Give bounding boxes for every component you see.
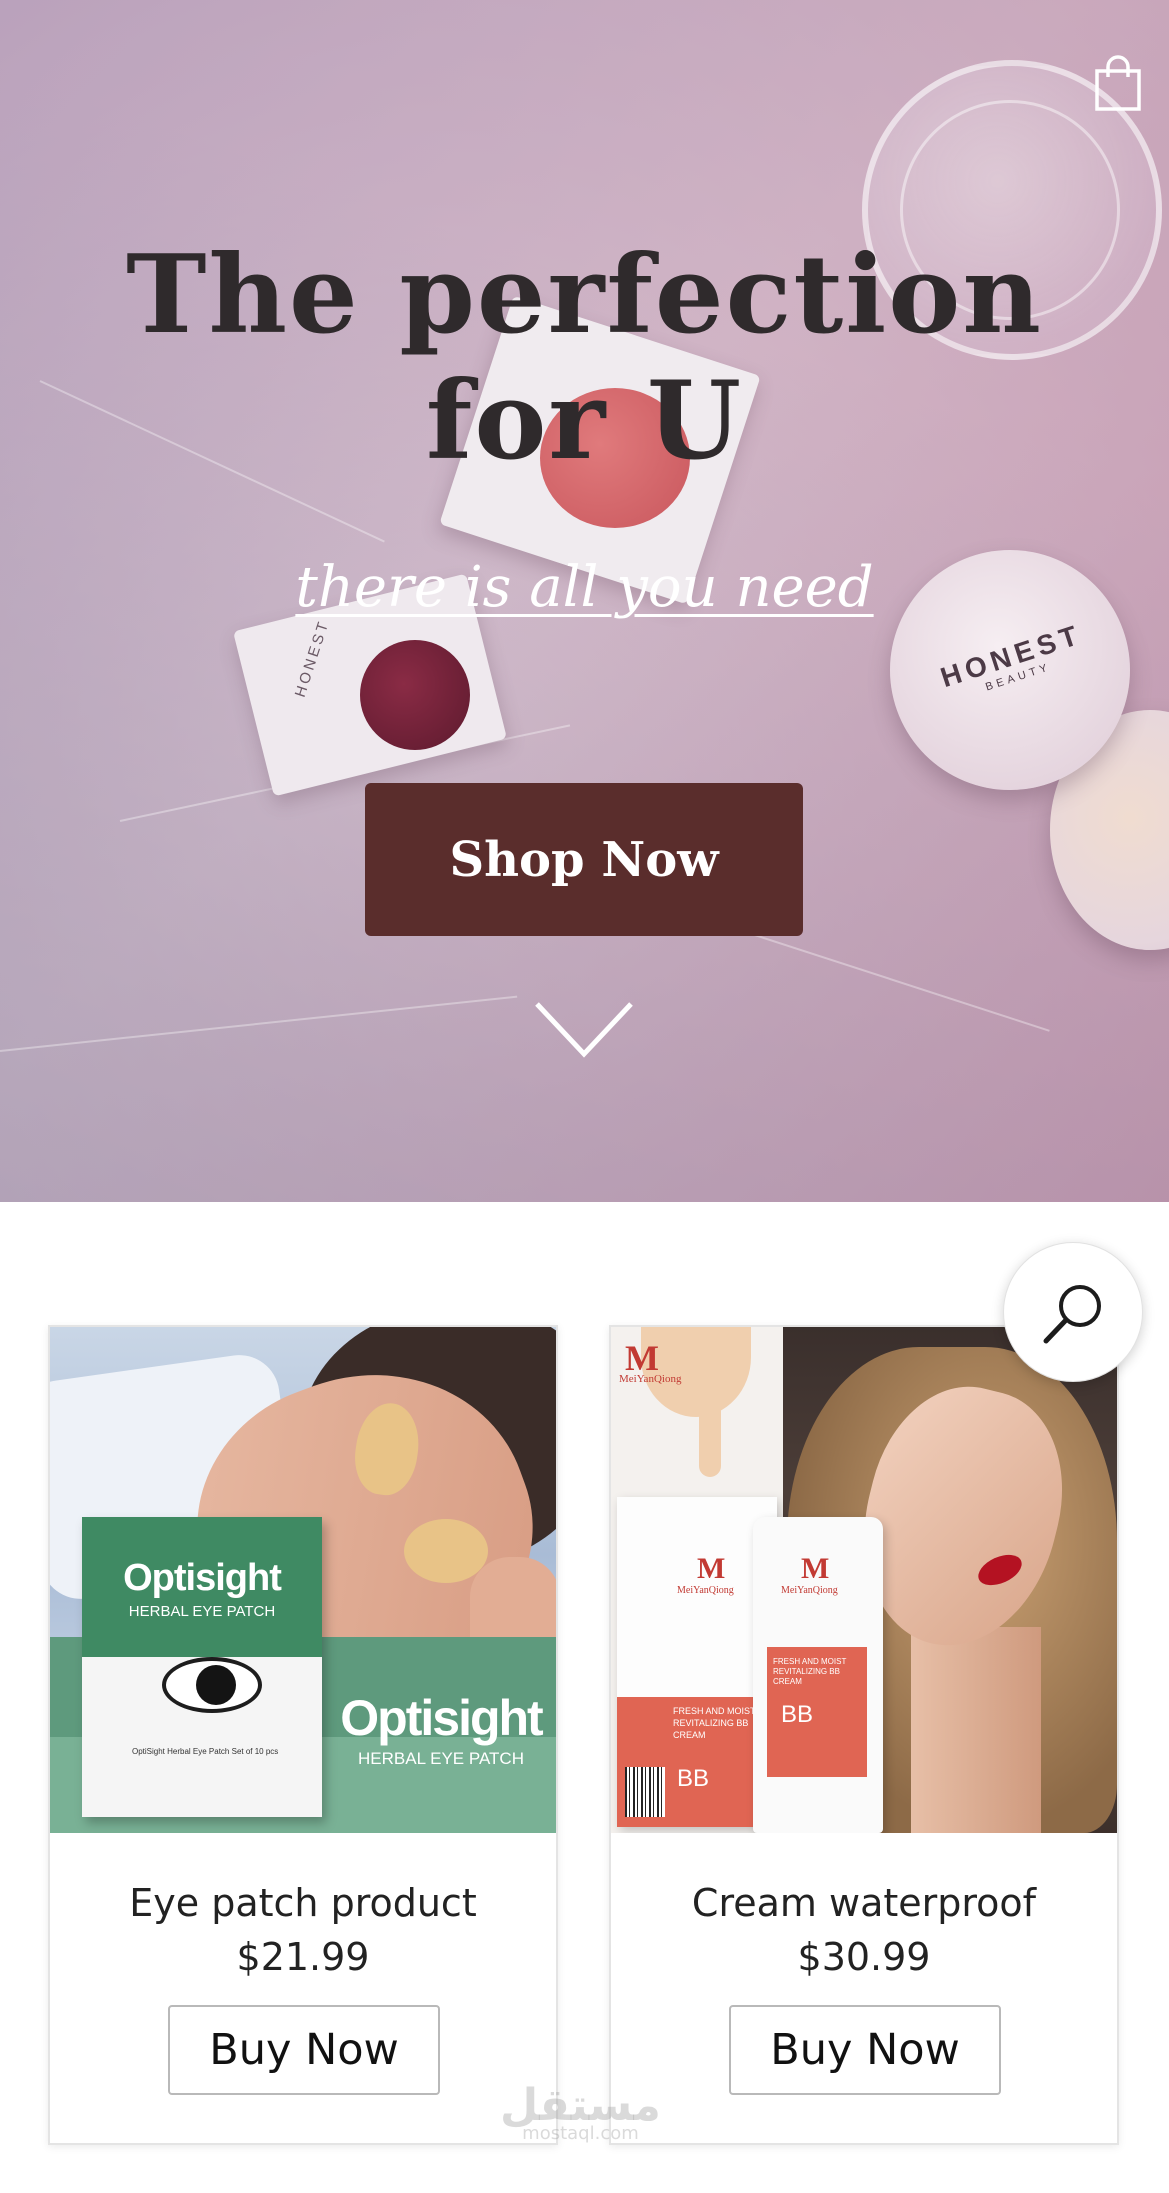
- chevron-down-icon[interactable]: [534, 1000, 634, 1060]
- watermark: مستقل mostaql.com: [500, 2080, 661, 2144]
- buy-now-button[interactable]: Buy Now: [168, 2005, 440, 2095]
- tube-logo: M: [801, 1552, 830, 1585]
- eye-pupil: [196, 1665, 236, 1705]
- watermark-latin: mostaql.com: [522, 2123, 639, 2144]
- brand-name: MeiYanQiong: [619, 1373, 682, 1385]
- cream-drip: [699, 1407, 721, 1477]
- product-price: $21.99: [236, 1935, 370, 1979]
- banner-brand: Optisight: [340, 1690, 543, 1746]
- banner-subtitle: HERBAL EYE PATCH: [358, 1749, 524, 1768]
- box-small-text: OptiSight Herbal Eye Patch Set of 10 pcs: [132, 1747, 279, 1756]
- lip-pan: [360, 640, 470, 750]
- shopping-bag-icon[interactable]: [1092, 55, 1144, 113]
- product-name: Eye patch product: [129, 1881, 477, 1925]
- tube-text: FRESH AND MOIST REVITALIZING BB CREAM: [773, 1657, 847, 1686]
- box-bb: BB: [677, 1765, 710, 1792]
- product-image[interactable]: Optisight HERBAL EYE PATCH OptiSight Her…: [50, 1327, 556, 1833]
- product-name: Cream waterproof: [691, 1881, 1037, 1925]
- product-price: $30.99: [797, 1935, 931, 1979]
- product-card: M MeiYanQiong M MeiYanQiong FRESH AND MO…: [609, 1325, 1119, 2145]
- tube-brand: MeiYanQiong: [781, 1585, 838, 1596]
- box-brand: MeiYanQiong: [677, 1585, 734, 1596]
- hero-banner: HONEST HONEST BEAUTY The perfection for …: [0, 0, 1169, 1202]
- tube-bb: BB: [781, 1701, 814, 1728]
- hero-title-line1: The perfection: [126, 232, 1043, 358]
- box-brand: Optisight: [123, 1557, 282, 1599]
- product-card: Optisight HERBAL EYE PATCH OptiSight Her…: [48, 1325, 558, 2145]
- eye-patch-shape: [404, 1519, 488, 1583]
- search-icon: [1043, 1285, 1101, 1344]
- hero-subtitle: there is all you need: [295, 555, 874, 620]
- marble-vein: [0, 995, 518, 1052]
- product-image[interactable]: M MeiYanQiong M MeiYanQiong FRESH AND MO…: [611, 1327, 1117, 1833]
- hero-title: The perfection for U: [0, 232, 1169, 484]
- neck-shape: [911, 1627, 1041, 1833]
- barcode: [625, 1767, 665, 1817]
- search-button[interactable]: [1003, 1242, 1143, 1382]
- shop-now-button[interactable]: Shop Now: [365, 783, 803, 936]
- hero-title-line2: for U: [425, 358, 744, 484]
- box-subtitle: HERBAL EYE PATCH: [128, 1603, 276, 1620]
- buy-now-button[interactable]: Buy Now: [729, 2005, 1001, 2095]
- box-logo: M: [697, 1552, 726, 1585]
